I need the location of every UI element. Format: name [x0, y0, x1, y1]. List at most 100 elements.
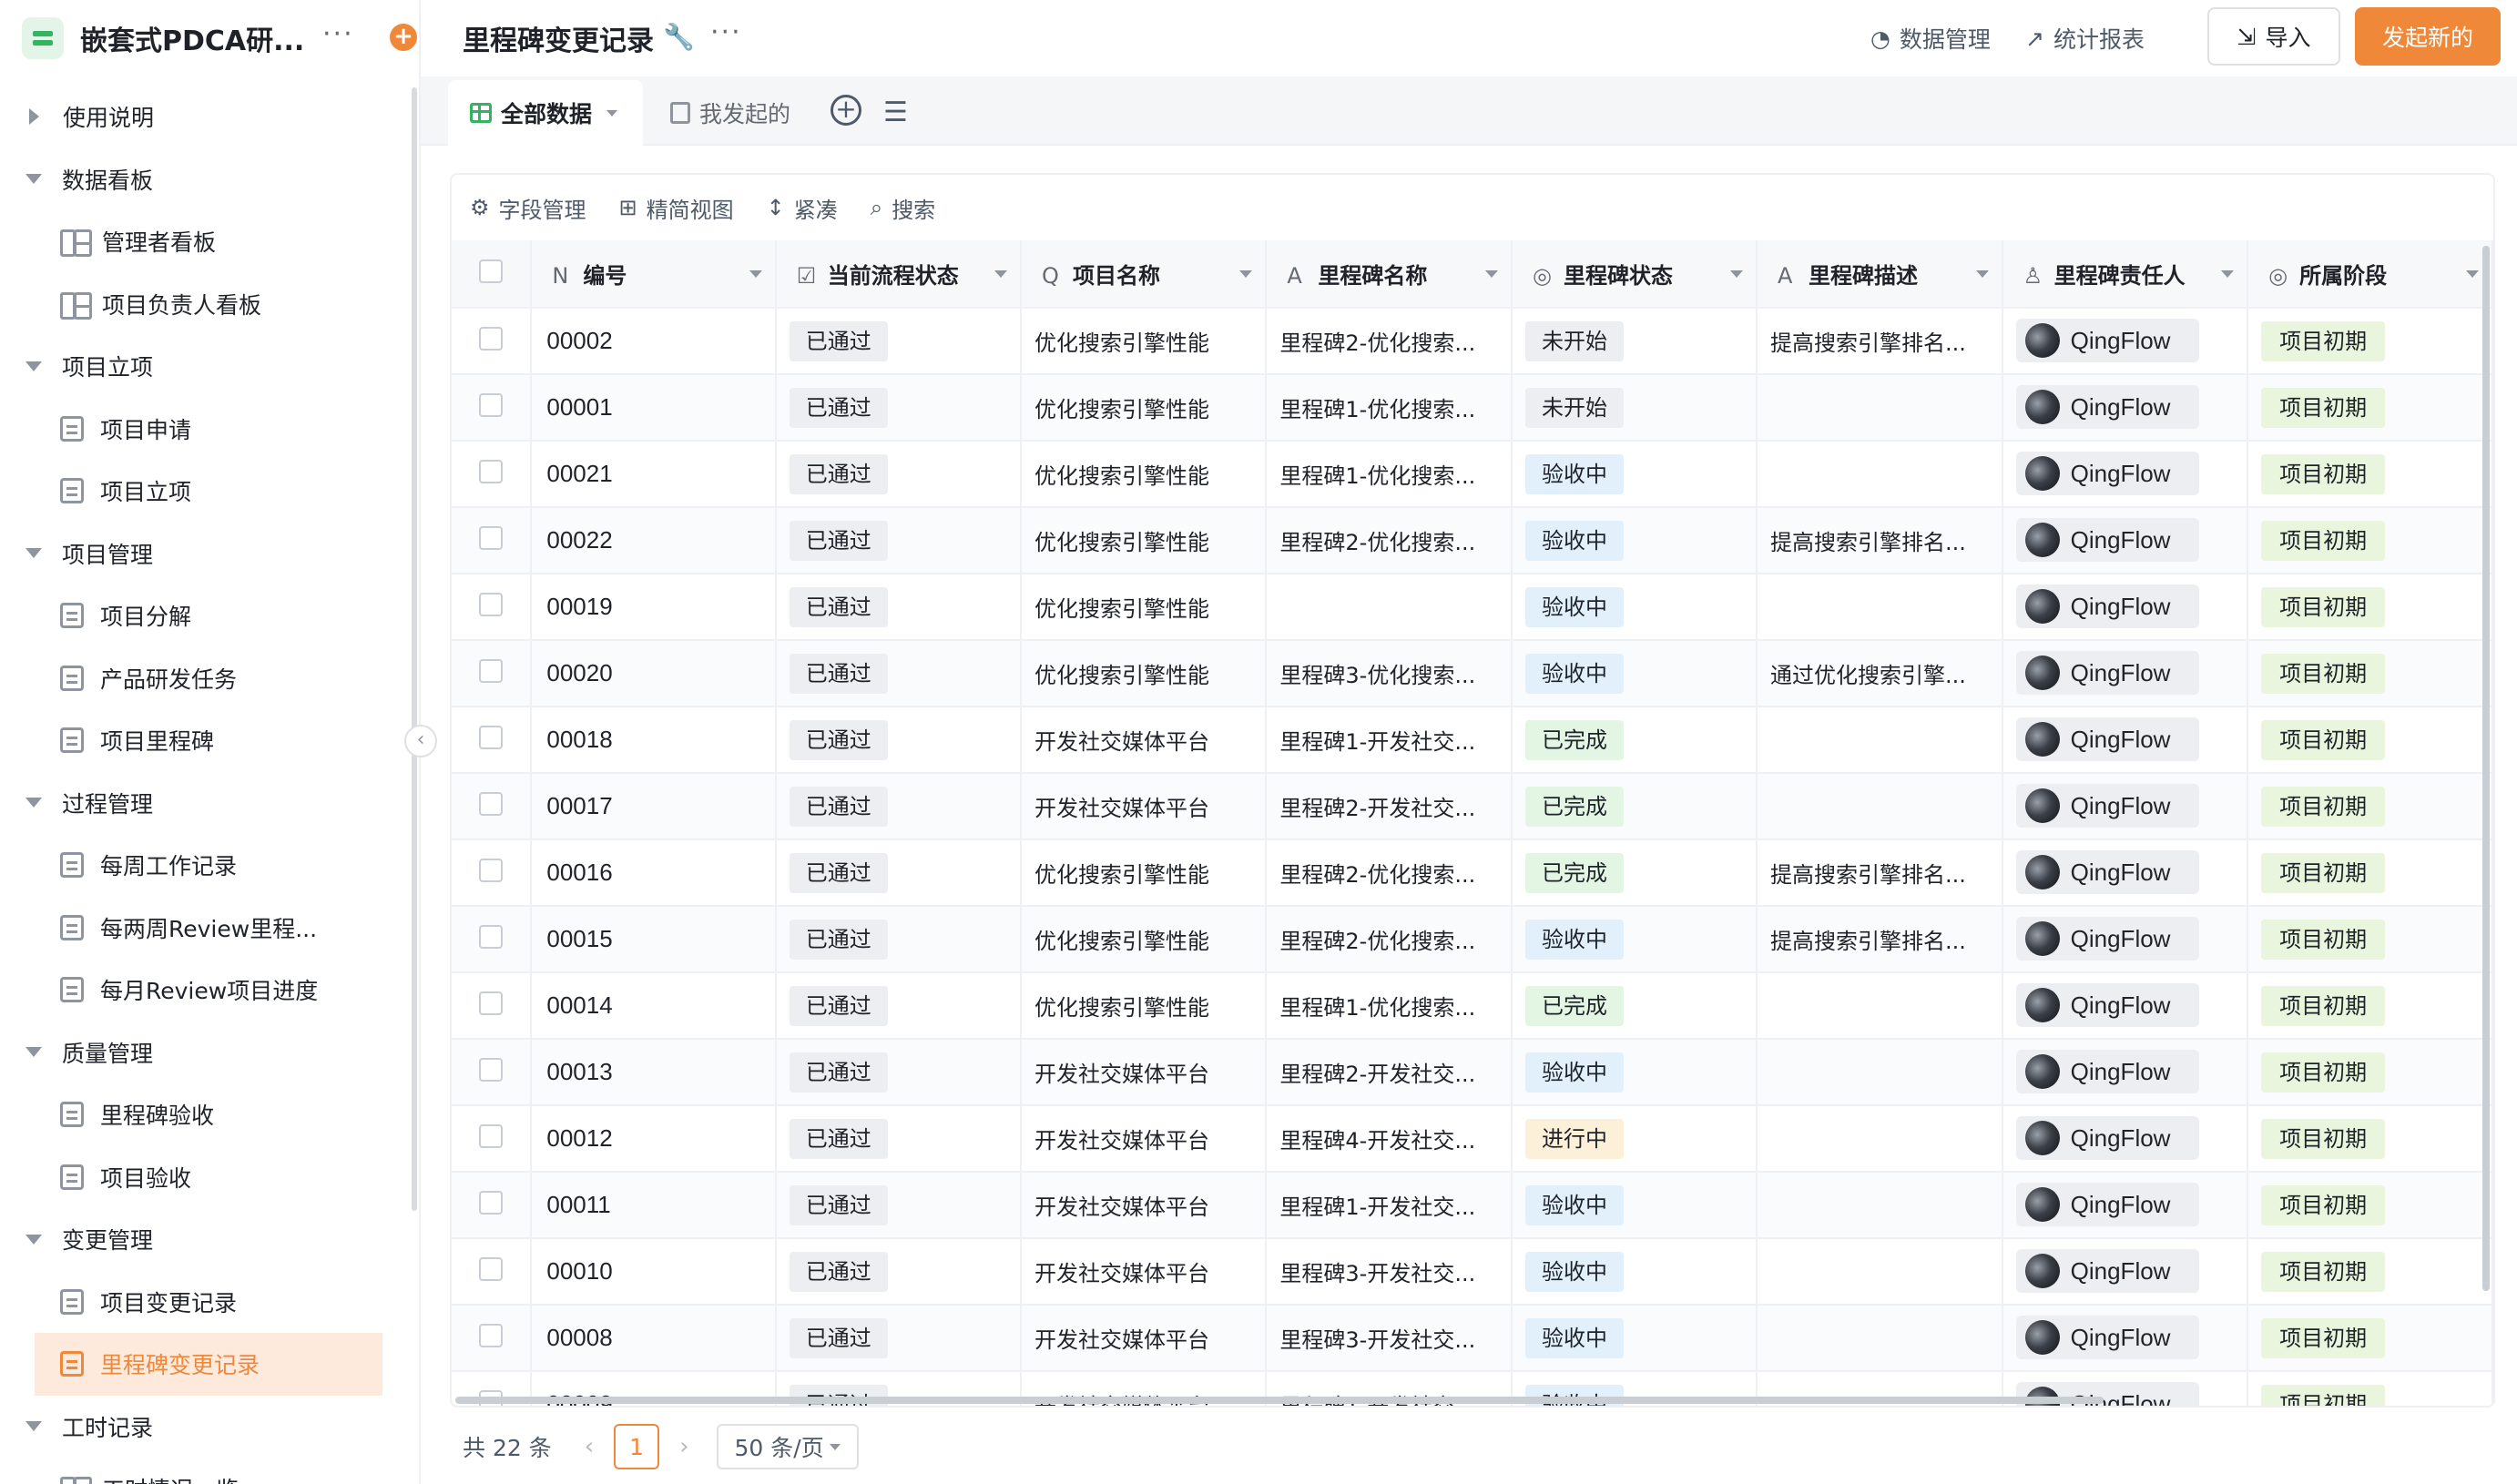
app-more-icon[interactable]: ··· — [322, 18, 354, 50]
table-row[interactable]: 00013 已通过 开发社交媒体平台 里程碑2-开发社交... 验收中 QingFlow 项… — [452, 1039, 2493, 1106]
column-header[interactable]: ♙ 里程碑责任人 — [2002, 240, 2249, 309]
table-row[interactable]: 00014 已通过 优化搜索引擎性能 里程碑1-优化搜索... 已完成 QingFlow 项… — [452, 972, 2493, 1040]
sidebar-item[interactable]: 项目变更记录 — [0, 1271, 401, 1334]
row-checkbox[interactable] — [479, 1190, 504, 1215]
row-checkbox[interactable] — [479, 791, 504, 816]
sidebar-group[interactable]: 使用说明 — [0, 86, 401, 148]
row-checkbox[interactable] — [479, 725, 504, 749]
row-checkbox[interactable] — [479, 1256, 504, 1281]
sidebar-item[interactable]: 项目申请 — [0, 398, 401, 461]
column-header[interactable]: N 编号 — [531, 240, 777, 309]
sidebar-group[interactable]: 工时记录 — [0, 1396, 401, 1459]
chevron-down-icon[interactable] — [994, 270, 1008, 278]
wrench-icon[interactable]: 🔧 — [663, 22, 695, 52]
row-checkbox[interactable] — [479, 658, 504, 683]
table-row[interactable]: 00022 已通过 优化搜索引擎性能 里程碑2-优化搜索... 验收中 提高搜索引擎排名.… — [452, 507, 2493, 574]
data-manage-link[interactable]: ◔ 数据管理 — [1870, 22, 1991, 55]
sidebar-group[interactable]: 过程管理 — [0, 772, 401, 835]
prev-page-icon[interactable]: ‹ — [585, 1433, 594, 1460]
column-header[interactable]: A 里程碑描述 — [1757, 240, 2003, 309]
table-row[interactable]: 00020 已通过 优化搜索引擎性能 里程碑3-优化搜索... 验收中 通过优化搜索引擎.… — [452, 640, 2493, 707]
sidebar-group[interactable]: 质量管理 — [0, 1022, 401, 1084]
select-all-checkbox[interactable] — [479, 259, 504, 283]
column-header[interactable]: Q 项目名称 — [1021, 240, 1268, 309]
column-header[interactable]: A 里程碑名称 — [1266, 240, 1513, 309]
more-icon[interactable]: ··· — [710, 16, 742, 48]
table-cell: 已通过 — [775, 1238, 1023, 1306]
sidebar-group[interactable]: 项目立项 — [0, 335, 401, 398]
table-row[interactable]: 00018 已通过 开发社交媒体平台 里程碑1-开发社交... 已完成 QingFlow 项… — [452, 706, 2493, 774]
table-row[interactable]: 00012 已通过 开发社交媒体平台 里程碑4-开发社交... 进行中 QingFlow 项… — [452, 1105, 2493, 1173]
tab-mine[interactable]: 我发起的 — [648, 80, 812, 146]
collapse-sidebar-button[interactable]: ‹ — [404, 725, 437, 757]
chevron-down-icon[interactable] — [749, 270, 762, 278]
import-button[interactable]: ⇲ 导入 — [2207, 7, 2340, 66]
sidebar-item[interactable]: 项目分解 — [0, 584, 401, 647]
table-row[interactable]: 00015 已通过 优化搜索引擎性能 里程碑2-优化搜索... 验收中 提高搜索引擎排名.… — [452, 906, 2493, 973]
table-row[interactable]: 00019 已通过 优化搜索引擎性能 验收中 QingFlow 项目初期 — [452, 574, 2493, 641]
sidebar-group[interactable]: 数据看板 — [0, 148, 401, 211]
sidebar-group[interactable]: 变更管理 — [0, 1208, 401, 1271]
row-checkbox[interactable] — [479, 525, 504, 550]
tab-all-data[interactable]: 全部数据 — [448, 80, 643, 146]
table-row[interactable]: 00002 已通过 优化搜索引擎性能 里程碑2-优化搜索... 未开始 提高搜索引擎排名.… — [452, 308, 2493, 375]
sidebar-item[interactable]: 每周工作记录 — [0, 834, 401, 897]
sidebar-item[interactable]: 里程碑验收 — [0, 1083, 401, 1146]
row-density-button[interactable]: ↕ 紧凑 — [767, 192, 838, 224]
sidebar-item[interactable]: 项目立项 — [0, 460, 401, 523]
chevron-down-icon[interactable] — [1239, 270, 1253, 278]
next-page-icon[interactable]: › — [679, 1433, 688, 1460]
horizontal-scrollbar[interactable] — [455, 1397, 2104, 1404]
current-page-button[interactable]: 1 — [614, 1424, 660, 1469]
chevron-down-icon[interactable] — [2221, 270, 2235, 278]
column-header[interactable]: ☑ 当前流程状态 — [775, 240, 1023, 309]
sidebar-item[interactable]: 管理者看板 — [0, 210, 401, 273]
compact-view-button[interactable]: ⊞ 精简视图 — [619, 192, 734, 224]
sidebar-item[interactable]: 工时情况一览 — [0, 1458, 401, 1484]
row-checkbox[interactable] — [479, 1323, 504, 1347]
chevron-down-icon[interactable] — [606, 109, 618, 117]
row-checkbox[interactable] — [479, 592, 504, 616]
table-row[interactable]: 00010 已通过 开发社交媒体平台 里程碑3-开发社交... 验收中 QingFlow 项… — [452, 1238, 2493, 1306]
table-row[interactable]: 00001 已通过 优化搜索引擎性能 里程碑1-优化搜索... 未开始 QingFlow 项… — [452, 374, 2493, 442]
sidebar-item[interactable]: 项目验收 — [0, 1146, 401, 1209]
column-header[interactable]: ◎ 所属阶段 — [2247, 240, 2493, 309]
sidebar-item[interactable]: 项目负责人看板 — [0, 273, 401, 336]
sidebar-item[interactable]: 里程碑变更记录 — [35, 1333, 382, 1396]
table-row[interactable]: 00008 已通过 开发社交媒体平台 里程碑3-开发社交... 验收中 QingFlow 项… — [452, 1305, 2493, 1372]
search-button[interactable]: ⌕ 搜索 — [871, 192, 935, 224]
sidebar-item[interactable]: 产品研发任务 — [0, 647, 401, 710]
row-checkbox[interactable] — [479, 924, 504, 949]
chevron-down-icon[interactable] — [1730, 270, 1744, 278]
sidebar-item[interactable]: 每月Review项目进度 — [0, 959, 401, 1022]
chevron-down-icon[interactable] — [1484, 270, 1498, 278]
page-size-select[interactable]: 50 条/页 — [716, 1424, 859, 1469]
sidebar-group[interactable]: 项目管理 — [0, 523, 401, 585]
reports-link[interactable]: ↗ 统计报表 — [2025, 22, 2145, 55]
chevron-down-icon[interactable] — [2466, 270, 2479, 278]
row-checkbox[interactable] — [479, 326, 504, 351]
row-checkbox[interactable] — [479, 1057, 504, 1082]
table-row[interactable]: 00021 已通过 优化搜索引擎性能 里程碑1-优化搜索... 验收中 QingFlow 项… — [452, 441, 2493, 508]
row-checkbox[interactable] — [479, 392, 504, 417]
add-view-icon[interactable]: + — [831, 95, 861, 126]
sidebar-item[interactable]: 每两周Review里程... — [0, 897, 401, 960]
row-checkbox[interactable] — [479, 858, 504, 882]
chevron-down-icon[interactable] — [1975, 270, 1989, 278]
field-manage-button[interactable]: ⚙ 字段管理 — [470, 192, 586, 224]
table-row[interactable]: 00016 已通过 优化搜索引擎性能 里程碑2-优化搜索... 已完成 提高搜索引擎排名.… — [452, 839, 2493, 907]
table-row[interactable]: 00011 已通过 开发社交媒体平台 里程碑1-开发社交... 验收中 QingFlow 项… — [452, 1172, 2493, 1239]
avatar — [2024, 1054, 2060, 1089]
table-cell — [452, 1105, 533, 1173]
table-row[interactable]: 00017 已通过 开发社交媒体平台 里程碑2-开发社交... 已完成 QingFlow 项… — [452, 773, 2493, 840]
vertical-scrollbar[interactable] — [2482, 246, 2490, 1291]
column-header[interactable]: ◎ 里程碑状态 — [1511, 240, 1758, 309]
start-new-button[interactable]: 发起新的 — [2355, 7, 2501, 66]
row-checkbox[interactable] — [479, 991, 504, 1015]
row-checkbox[interactable] — [479, 459, 504, 483]
add-app-item-icon[interactable]: + — [390, 24, 417, 51]
row-checkbox[interactable] — [479, 1123, 504, 1148]
sidebar-item[interactable]: 项目里程碑 — [0, 709, 401, 772]
sidebar-scrollbar[interactable] — [412, 87, 417, 1211]
view-list-icon[interactable]: ☰ — [883, 97, 908, 128]
